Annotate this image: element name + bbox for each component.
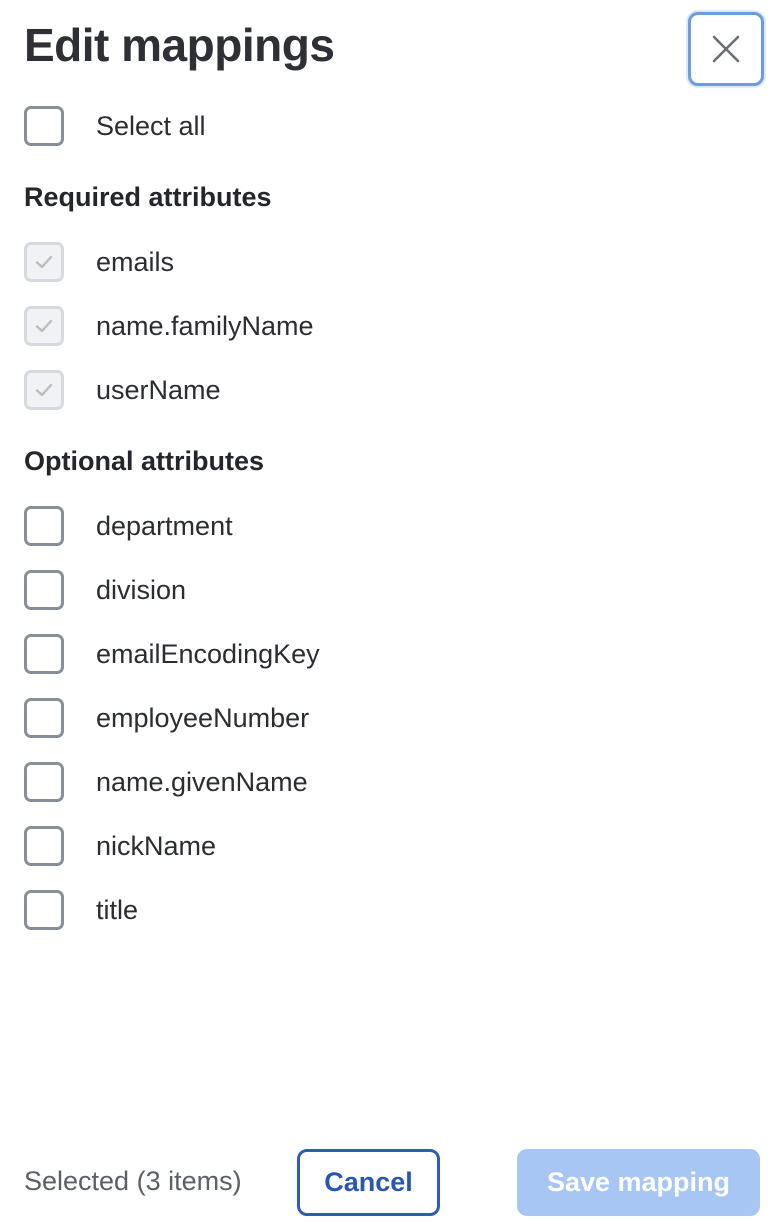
required-checkbox-emails — [24, 242, 64, 282]
required-attribute-row: name.familyName — [24, 306, 314, 346]
attribute-label: userName — [96, 374, 221, 405]
optional-attributes-heading: Optional attributes — [24, 446, 265, 476]
selected-count-status: Selected (3 items) — [24, 1166, 242, 1196]
checkmark-icon — [35, 255, 53, 269]
optional-checkbox-given-name[interactable] — [24, 762, 64, 802]
required-attributes-heading: Required attributes — [24, 182, 272, 212]
select-all-label: Select all — [96, 110, 206, 141]
optional-checkbox-employee-number[interactable] — [24, 698, 64, 738]
optional-attribute-row[interactable]: division — [24, 570, 186, 610]
required-attribute-row: emails — [24, 242, 174, 282]
attribute-label: emailEncodingKey — [96, 638, 320, 669]
select-all-checkbox[interactable] — [24, 106, 64, 146]
checkmark-icon — [35, 319, 53, 333]
select-all-row[interactable]: Select all — [24, 106, 206, 146]
attribute-label: name.familyName — [96, 310, 314, 341]
required-checkbox-username — [24, 370, 64, 410]
optional-attribute-row[interactable]: employeeNumber — [24, 698, 309, 738]
optional-attribute-row[interactable]: department — [24, 506, 233, 546]
optional-checkbox-email-encoding-key[interactable] — [24, 634, 64, 674]
attribute-label: nickName — [96, 830, 217, 861]
optional-attribute-row[interactable]: emailEncodingKey — [24, 634, 320, 674]
attribute-label: name.givenName — [96, 766, 308, 797]
dialog-title: Edit mappings — [24, 19, 335, 71]
attribute-label: employeeNumber — [96, 702, 310, 733]
required-attribute-row: userName — [24, 370, 221, 410]
attribute-label: department — [96, 510, 233, 541]
close-button[interactable] — [688, 12, 764, 86]
attribute-label: title — [96, 894, 139, 925]
optional-attribute-row[interactable]: name.givenName — [24, 762, 308, 802]
cancel-button[interactable]: Cancel — [297, 1149, 440, 1216]
required-checkbox-family-name — [24, 306, 64, 346]
optional-attribute-row[interactable]: title — [24, 890, 138, 930]
close-icon — [711, 34, 741, 64]
attribute-label: division — [96, 574, 187, 605]
optional-checkbox-division[interactable] — [24, 570, 64, 610]
edit-mappings-dialog: Edit mappings Select all Required attrib… — [0, 0, 776, 1228]
optional-checkbox-nick-name[interactable] — [24, 826, 64, 866]
optional-attribute-row[interactable]: nickName — [24, 826, 216, 866]
save-mapping-button[interactable]: Save mapping — [517, 1149, 760, 1216]
checkmark-icon — [35, 383, 53, 397]
optional-checkbox-department[interactable] — [24, 506, 64, 546]
optional-checkbox-title[interactable] — [24, 890, 64, 930]
attribute-label: emails — [96, 246, 175, 277]
